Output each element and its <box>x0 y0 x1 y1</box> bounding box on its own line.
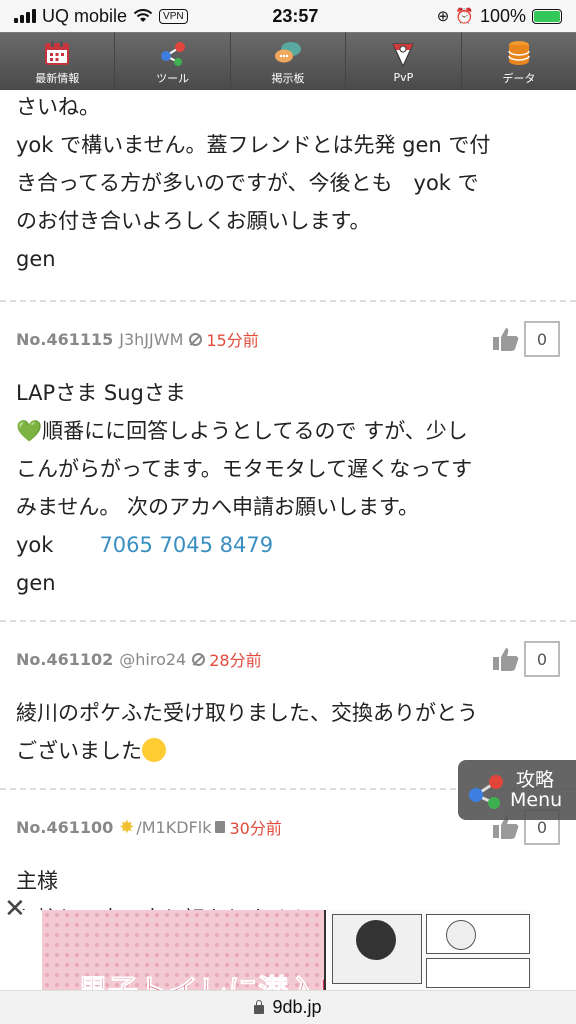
post-body: LAPさま Sugさま 💚順番にに回答しようとしてるので すが、少し こんがらが… <box>0 360 576 620</box>
nav-item-tools[interactable]: ツール <box>115 32 231 90</box>
thumbs-up-icon[interactable] <box>492 646 520 672</box>
like-control: 0 <box>492 321 560 357</box>
nav-label: PvP <box>393 71 414 84</box>
battery-icon <box>532 8 562 24</box>
previous-post-body: さいね。 yok で構いません。蓋フレンドとは先発 gen で付 き合ってる方が… <box>0 90 576 300</box>
alarm-icon: ⏰ <box>455 8 474 25</box>
thumbs-up-icon[interactable] <box>492 326 520 352</box>
post-user-id: /M1KDFlk <box>136 817 212 837</box>
ad-banner[interactable]: 男子トイレに潜入!? <box>42 910 534 990</box>
lock-icon <box>254 1000 265 1014</box>
text-line: 💚順番にに回答しようとしてるので すが、少し <box>16 419 468 443</box>
chat-bubbles-icon <box>275 41 302 62</box>
text-line: のお付き合いよろしくお願いします。 <box>16 209 371 233</box>
text-line: yok で構いません。蓋フレンドとは先発 gen で付 <box>16 133 491 157</box>
league-badge-icon <box>392 43 415 68</box>
post-number[interactable]: No.461102 <box>16 650 113 669</box>
ad-close-button[interactable]: ✕ <box>4 894 26 924</box>
like-control: 0 <box>492 641 560 677</box>
text-line: LAPさま Sugさま <box>16 381 186 405</box>
calendar-icon <box>45 40 70 65</box>
nav-item-pvp[interactable]: PvP <box>346 32 462 90</box>
post-time: 30分前 <box>229 819 282 838</box>
status-time: 23:57 <box>272 5 319 26</box>
post-number[interactable]: No.461100 <box>16 818 113 837</box>
text-line: こんがらがってます。モタモタして遅くなってす <box>16 457 473 481</box>
nav-item-data[interactable]: データ <box>461 32 576 90</box>
green-heart-emoji: 💚 <box>16 419 43 443</box>
smile-emoji-icon <box>142 738 166 762</box>
carrier-label: UQ mobile <box>42 5 128 26</box>
text-line: き合ってる方が多いのですが、今後とも yok で <box>16 171 479 195</box>
share-nodes-icon <box>160 41 185 66</box>
post-user-id: @hiro24 <box>119 649 187 669</box>
ad-banner-area: 男子トイレに潜入!? ✕ <box>0 894 576 990</box>
trash-icon <box>215 821 226 833</box>
post-header: No.461102 @hiro24 28分前 0 <box>0 638 576 680</box>
text-line: 主様 <box>16 869 58 893</box>
text-line: みません。 次のアカへ申請お願いします。 <box>16 495 419 519</box>
post: No.461115 J3hJJWM 15分前 0 LAPさま Sugさま 💚順番… <box>0 300 576 620</box>
ban-icon <box>189 332 203 346</box>
strategy-menu-button[interactable]: 攻略 Menu <box>458 760 576 820</box>
nav-label: 最新情報 <box>35 71 80 85</box>
post-header: No.461115 J3hJJWM 15分前 0 <box>0 318 576 360</box>
text-line: さいね。 <box>16 95 100 119</box>
ad-comic-image <box>324 910 534 990</box>
menu-label: 攻略 Menu <box>510 769 563 811</box>
nav-label: データ <box>502 71 536 85</box>
like-count[interactable]: 0 <box>524 641 560 677</box>
url-bar[interactable]: 9db.jp <box>0 990 576 1024</box>
nav-label: 掲示板 <box>271 71 305 85</box>
share-nodes-icon <box>469 775 503 809</box>
database-icon <box>508 40 530 65</box>
nav-item-board[interactable]: 掲示板 <box>230 32 347 90</box>
signal-icon <box>14 9 36 23</box>
text-line: gen <box>16 247 56 271</box>
post-body: 主様 お忙しい中、申し訳ありません <box>0 848 576 910</box>
text-line: お忙しい中、申し訳ありません <box>16 900 560 910</box>
star-badge-icon: ✸ <box>119 816 135 838</box>
text-line: 綾川のポケふた受け取りました、交換ありがとう <box>16 701 478 725</box>
url-domain: 9db.jp <box>272 997 322 1017</box>
nav-item-news[interactable]: 最新情報 <box>0 32 116 90</box>
battery-percent: 100% <box>479 5 526 26</box>
post-user-id: J3hJJWM <box>119 329 184 349</box>
phone-link[interactable]: 7065 7045 8479 <box>99 533 273 557</box>
ban-icon <box>192 652 206 666</box>
post-time: 15分前 <box>206 331 259 350</box>
ad-title: 男子トイレに潜入!? <box>77 966 349 991</box>
post-time: 28分前 <box>209 651 262 670</box>
like-count[interactable]: 0 <box>524 321 560 357</box>
top-nav: 最新情報 ツール 掲示板 PvP データ <box>0 32 576 90</box>
status-bar: UQ mobile VPN 23:57 ⊕ ⏰ 100% <box>0 0 576 32</box>
nav-label: ツール <box>156 71 190 85</box>
wifi-icon <box>133 9 153 22</box>
post-number[interactable]: No.461115 <box>16 330 113 349</box>
text-line: yok 7065 7045 8479 <box>16 533 274 557</box>
text-line: gen <box>16 571 56 595</box>
rotation-lock-icon: ⊕ <box>436 8 450 25</box>
